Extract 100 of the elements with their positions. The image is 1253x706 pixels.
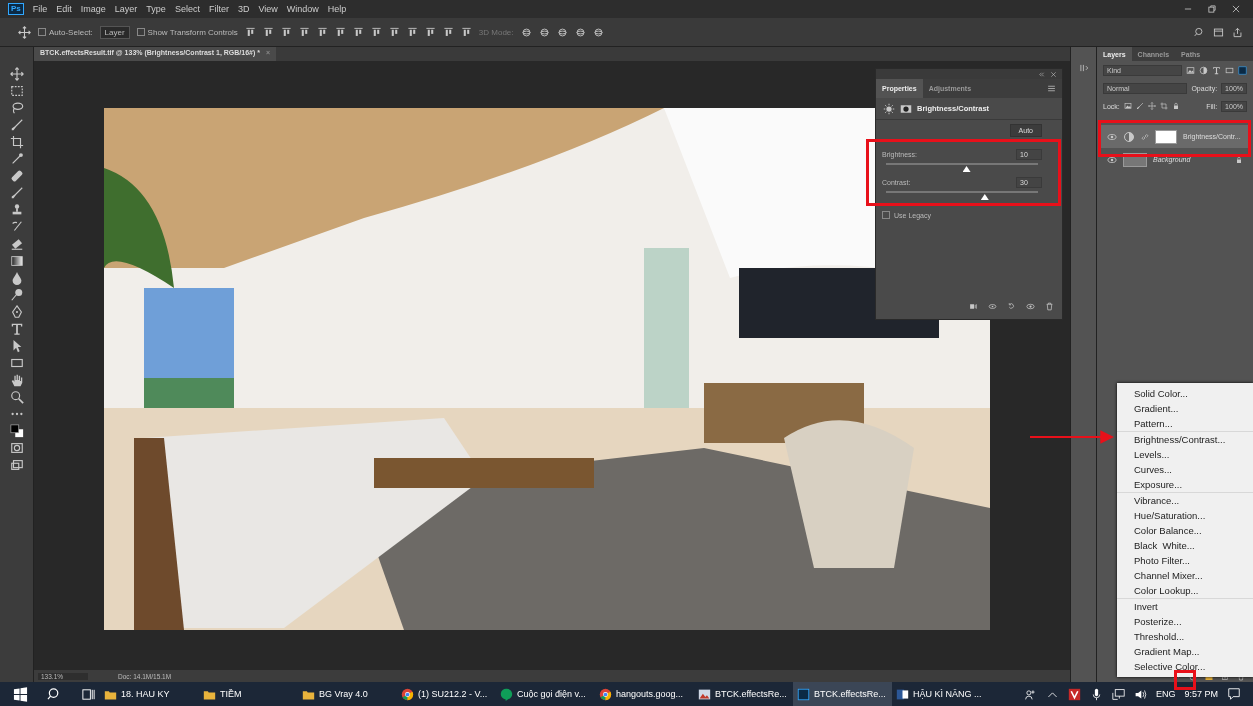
close-icon[interactable]	[1231, 4, 1241, 14]
brush-icon[interactable]	[9, 118, 24, 132]
document-icon[interactable]	[896, 687, 909, 701]
eye-cycle-icon[interactable]	[988, 302, 997, 311]
windows-logo-icon[interactable]	[13, 686, 28, 702]
move-icon[interactable]	[18, 25, 31, 39]
orbit-icon[interactable]	[592, 26, 604, 38]
task-view-icon[interactable]	[81, 686, 96, 702]
menu-item[interactable]: Curves...	[1117, 462, 1253, 477]
taskbar-item[interactable]: HẬU KÌ NĂNG ...	[892, 682, 991, 706]
menu-item[interactable]: Hue/Saturation...	[1117, 508, 1253, 523]
eye-icon[interactable]	[1107, 154, 1117, 165]
align-icon[interactable]	[244, 26, 256, 38]
crop-icon[interactable]	[9, 135, 24, 149]
type-tool-icon[interactable]	[1212, 65, 1221, 75]
taskbar-item[interactable]: BTCK.effectsRe...	[694, 682, 793, 706]
layer-dropdown[interactable]: Layer	[99, 25, 130, 39]
menu-item[interactable]: Photo Filter...	[1117, 553, 1253, 568]
language-indicator[interactable]: ENG	[1155, 689, 1176, 699]
rectangle-icon[interactable]	[1225, 65, 1234, 75]
taskbar-item[interactable]: Cuộc gọi điện v...	[496, 682, 595, 706]
notification-icon[interactable]	[1227, 687, 1241, 701]
menu-item[interactable]: 3D	[237, 4, 250, 14]
orbit-icon[interactable]	[574, 26, 586, 38]
adjustment-icon[interactable]	[1123, 130, 1135, 143]
panel-menu-icon[interactable]	[1047, 84, 1056, 93]
taskbar-item[interactable]: BTCK.effectsRe...	[793, 682, 892, 706]
chrome-icon[interactable]	[401, 687, 414, 701]
align-icon[interactable]	[460, 26, 472, 38]
menu-item[interactable]: Type	[146, 4, 166, 14]
menu-item[interactable]: Color Lookup...	[1117, 583, 1253, 598]
speaker-icon[interactable]	[1133, 687, 1147, 701]
app-icon[interactable]	[1238, 65, 1247, 75]
align-icon[interactable]	[442, 26, 454, 38]
align-icon[interactable]	[424, 26, 436, 38]
menu-item[interactable]: Layer	[114, 4, 138, 14]
rectangle-icon[interactable]	[9, 356, 24, 370]
zoom-icon[interactable]	[9, 390, 24, 404]
menu-item[interactable]: Image	[80, 4, 106, 14]
taskbar-item[interactable]: (1) SU212.2 - V...	[397, 682, 496, 706]
eye-icon[interactable]	[1026, 302, 1035, 311]
checkbox[interactable]	[882, 211, 890, 219]
align-icon[interactable]	[334, 26, 346, 38]
checkbox[interactable]	[136, 28, 145, 36]
menu-item[interactable]: Pattern...	[1117, 416, 1253, 431]
menu-item[interactable]: File	[32, 4, 48, 14]
screen-mode-icon[interactable]	[9, 458, 24, 472]
menu-item[interactable]: Gradient...	[1117, 401, 1253, 416]
clock[interactable]: 9:57 PM	[1184, 689, 1218, 699]
pen-icon[interactable]	[9, 305, 24, 319]
type-tool-icon[interactable]	[9, 322, 24, 336]
app-icon[interactable]	[797, 687, 810, 701]
adjustment-icon[interactable]	[1199, 65, 1208, 75]
close-icon[interactable]	[1050, 70, 1057, 78]
menu-item[interactable]: Channel Mixer...	[1117, 568, 1253, 583]
menu-item[interactable]: Black White...	[1117, 538, 1253, 553]
align-icon[interactable]	[316, 26, 328, 38]
orbit-icon[interactable]	[538, 26, 550, 38]
marquee-icon[interactable]	[9, 84, 24, 98]
collapse-icon[interactable]	[1038, 70, 1045, 78]
mask-icon[interactable]	[9, 441, 24, 455]
v-app-icon[interactable]	[1067, 687, 1081, 701]
taskbar-item[interactable]: TIỀM	[199, 682, 298, 706]
hand-icon[interactable]	[9, 373, 24, 387]
menu-item[interactable]: Vibrance...	[1117, 493, 1253, 508]
taskbar-item[interactable]: BG Vray 4.0	[298, 682, 397, 706]
brush-icon[interactable]	[9, 186, 24, 200]
eye-icon[interactable]	[1107, 131, 1117, 142]
align-icon[interactable]	[370, 26, 382, 38]
chrome-icon[interactable]	[599, 687, 612, 701]
menu-item[interactable]: Edit	[56, 4, 72, 14]
menu-item[interactable]: Invert	[1117, 599, 1253, 614]
menu-item[interactable]: Selective Color...	[1117, 659, 1253, 674]
align-icon[interactable]	[352, 26, 364, 38]
slider-thumb[interactable]	[980, 194, 989, 200]
menu-item[interactable]: Help	[327, 4, 347, 14]
menu-item[interactable]: Threshold...	[1117, 629, 1253, 644]
menu-item[interactable]: Window	[286, 4, 319, 14]
orbit-icon[interactable]	[556, 26, 568, 38]
dodge-icon[interactable]	[9, 288, 24, 302]
restore-icon[interactable]	[1207, 4, 1217, 14]
filter-image-icon[interactable]	[1123, 102, 1132, 110]
clip-icon[interactable]	[969, 302, 978, 311]
menu-item[interactable]: Solid Color...	[1117, 386, 1253, 401]
brightness-icon[interactable]	[883, 102, 895, 115]
people-icon[interactable]	[1023, 687, 1037, 701]
menu-item[interactable]: Posterize...	[1117, 614, 1253, 629]
menu-item[interactable]: Filter	[208, 4, 229, 14]
slider-thumb[interactable]	[962, 166, 971, 172]
checkbox[interactable]	[38, 28, 46, 36]
taskbar-item[interactable]: hangouts.goog...	[595, 682, 694, 706]
lock-icon[interactable]	[1235, 155, 1243, 164]
move-icon[interactable]	[9, 67, 24, 81]
window-icon[interactable]	[1213, 26, 1224, 38]
menu-item[interactable]: Gradient Map...	[1117, 644, 1253, 659]
layer-mask-icon[interactable]	[900, 102, 912, 115]
menu-item[interactable]: Select	[174, 4, 200, 14]
brush-icon[interactable]	[1135, 102, 1144, 110]
align-icon[interactable]	[262, 26, 274, 38]
menu-item[interactable]: View	[258, 4, 278, 14]
